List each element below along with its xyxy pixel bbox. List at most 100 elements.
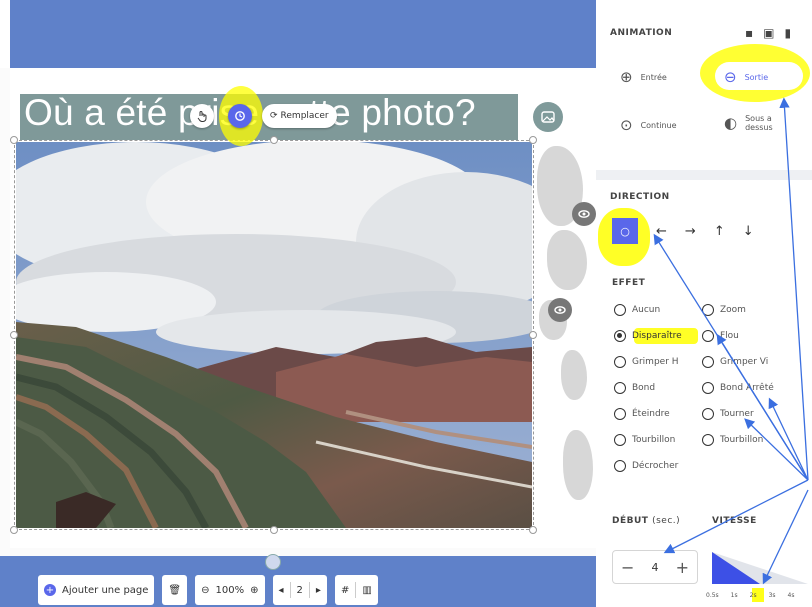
- effect-option[interactable]: Bond: [614, 382, 655, 394]
- next-icon[interactable]: ▸: [316, 585, 321, 596]
- animation-sous-dessus-label: Sous a dessus: [745, 114, 773, 132]
- resize-handle[interactable]: [270, 136, 278, 144]
- radio-button[interactable]: [614, 434, 626, 446]
- arrow-down-icon[interactable]: ↓: [743, 224, 754, 239]
- resize-handle[interactable]: [10, 136, 18, 144]
- replace-button[interactable]: ⟳ Remplacer: [262, 104, 337, 128]
- radio-button[interactable]: [614, 382, 626, 394]
- trash-icon: 🗑: [168, 584, 182, 596]
- animation-sous-dessus[interactable]: ◐ Sous a dessus: [724, 114, 781, 132]
- debut-value[interactable]: 4: [652, 561, 659, 574]
- arrow-left-icon[interactable]: ←: [656, 224, 667, 239]
- animation-continue[interactable]: ⊙ Continue: [620, 116, 677, 134]
- speed-slider[interactable]: [710, 548, 810, 588]
- effect-option[interactable]: Tourbillon: [702, 434, 763, 446]
- effect-label: Grimper H: [632, 357, 679, 367]
- plus-circle-icon: +: [44, 584, 56, 596]
- direction-none-button[interactable]: ○: [612, 218, 638, 244]
- effect-label: Éteindre: [632, 409, 670, 419]
- decrement-button[interactable]: −: [621, 558, 634, 577]
- bottom-toolbar: + Ajouter une page 🗑 ⊖ 100% ⊕ ◂ 2 ▸ # ▥: [38, 572, 378, 607]
- speed-tick[interactable]: 4s: [788, 592, 795, 599]
- add-page-label: Ajouter une page: [62, 584, 149, 596]
- radio-button[interactable]: [614, 408, 626, 420]
- arrow-up-icon[interactable]: ↑: [714, 224, 725, 239]
- eye-icon[interactable]: [548, 298, 572, 322]
- mountain-photo[interactable]: [16, 142, 532, 528]
- animation-entree-label: Entrée: [640, 72, 667, 82]
- vitesse-header: VITESSE: [712, 516, 757, 526]
- calendar-icon[interactable]: ▣: [763, 26, 774, 40]
- radio-button[interactable]: [702, 330, 714, 342]
- add-page-button[interactable]: + Ajouter une page: [38, 575, 155, 605]
- radio-button[interactable]: [702, 382, 714, 394]
- camera-icon[interactable]: [228, 104, 252, 128]
- layout-icon[interactable]: ▥: [362, 585, 371, 596]
- radio-button[interactable]: [702, 408, 714, 420]
- speed-tick[interactable]: 0.5s: [706, 592, 719, 599]
- effect-option[interactable]: Éteindre: [614, 408, 670, 420]
- delete-page-button[interactable]: 🗑: [162, 575, 188, 605]
- effect-option[interactable]: Grimper Vi: [702, 356, 768, 368]
- speed-tick[interactable]: 1s: [731, 592, 738, 599]
- flip-icon: ◐: [724, 114, 738, 132]
- rotate-handle[interactable]: [265, 554, 281, 570]
- animation-entree[interactable]: ⊕ Entrée: [620, 68, 667, 86]
- zoom-controls: ⊖ 100% ⊕: [195, 575, 265, 605]
- divider: [289, 582, 291, 598]
- speed-tick[interactable]: 2s: [750, 592, 757, 599]
- exit-icon: ⊖: [724, 68, 737, 86]
- editor-screen: Où a été prise cette photo?: [0, 0, 812, 607]
- effect-label: Flou: [720, 331, 739, 341]
- radio-button[interactable]: [702, 304, 714, 316]
- direction-header: DIRECTION: [610, 192, 670, 202]
- image-icon[interactable]: [533, 102, 563, 132]
- radio-button[interactable]: [614, 330, 626, 342]
- debut-stepper: − 4 +: [612, 550, 698, 584]
- arrow-right-icon[interactable]: →: [685, 224, 696, 239]
- divider: [308, 582, 310, 598]
- resize-handle[interactable]: [529, 331, 537, 339]
- resize-handle[interactable]: [529, 136, 537, 144]
- effect-option[interactable]: Tourbillon: [614, 434, 675, 446]
- resize-handle[interactable]: [10, 331, 18, 339]
- prev-icon[interactable]: ◂: [279, 585, 284, 596]
- effect-option[interactable]: Grimper H: [614, 356, 679, 368]
- resize-handle[interactable]: [10, 526, 18, 534]
- resize-handle[interactable]: [270, 526, 278, 534]
- radio-button[interactable]: [702, 356, 714, 368]
- speed-tick[interactable]: 3s: [769, 592, 776, 599]
- resize-handle[interactable]: [529, 526, 537, 534]
- image-floating-toolbar: ⟳ Remplacer: [190, 102, 337, 130]
- continue-icon: ⊙: [620, 116, 633, 134]
- effect-option[interactable]: Tourner: [702, 408, 754, 420]
- increment-button[interactable]: +: [676, 558, 689, 577]
- delete-icon[interactable]: ▮: [784, 26, 791, 40]
- effect-option[interactable]: Disparaître: [614, 330, 682, 342]
- effect-option[interactable]: Aucun: [614, 304, 660, 316]
- radio-button[interactable]: [614, 304, 626, 316]
- view-controls: # ▥: [334, 575, 378, 605]
- debut-header: DÉBUT (sec.): [612, 516, 680, 526]
- zoom-in-icon[interactable]: ⊕: [250, 585, 258, 596]
- effect-option[interactable]: Décrocher: [614, 460, 678, 472]
- zoom-out-icon[interactable]: ⊖: [201, 585, 209, 596]
- touch-icon[interactable]: [190, 104, 214, 128]
- effect-option[interactable]: Flou: [702, 330, 739, 342]
- direction-options: ○ ← → ↑ ↓: [612, 218, 754, 244]
- eye-icon[interactable]: [572, 202, 596, 226]
- effect-label: Tourbillon: [720, 435, 764, 445]
- effect-option[interactable]: Zoom: [702, 304, 746, 316]
- radio-button[interactable]: [702, 434, 714, 446]
- entry-icon: ⊕: [620, 68, 633, 86]
- replace-label: Remplacer: [280, 111, 329, 121]
- effect-option[interactable]: Bond Arrêté: [702, 382, 774, 394]
- page-number[interactable]: 2: [297, 585, 303, 596]
- radio-button[interactable]: [614, 460, 626, 472]
- effect-label: Grimper Vi: [720, 357, 769, 367]
- debut-unit: (sec.): [652, 516, 681, 526]
- animation-sortie[interactable]: ⊖ Sortie: [724, 68, 768, 86]
- grid-icon[interactable]: #: [341, 585, 349, 596]
- radio-button[interactable]: [614, 356, 626, 368]
- copy-icon[interactable]: ▪: [745, 26, 753, 40]
